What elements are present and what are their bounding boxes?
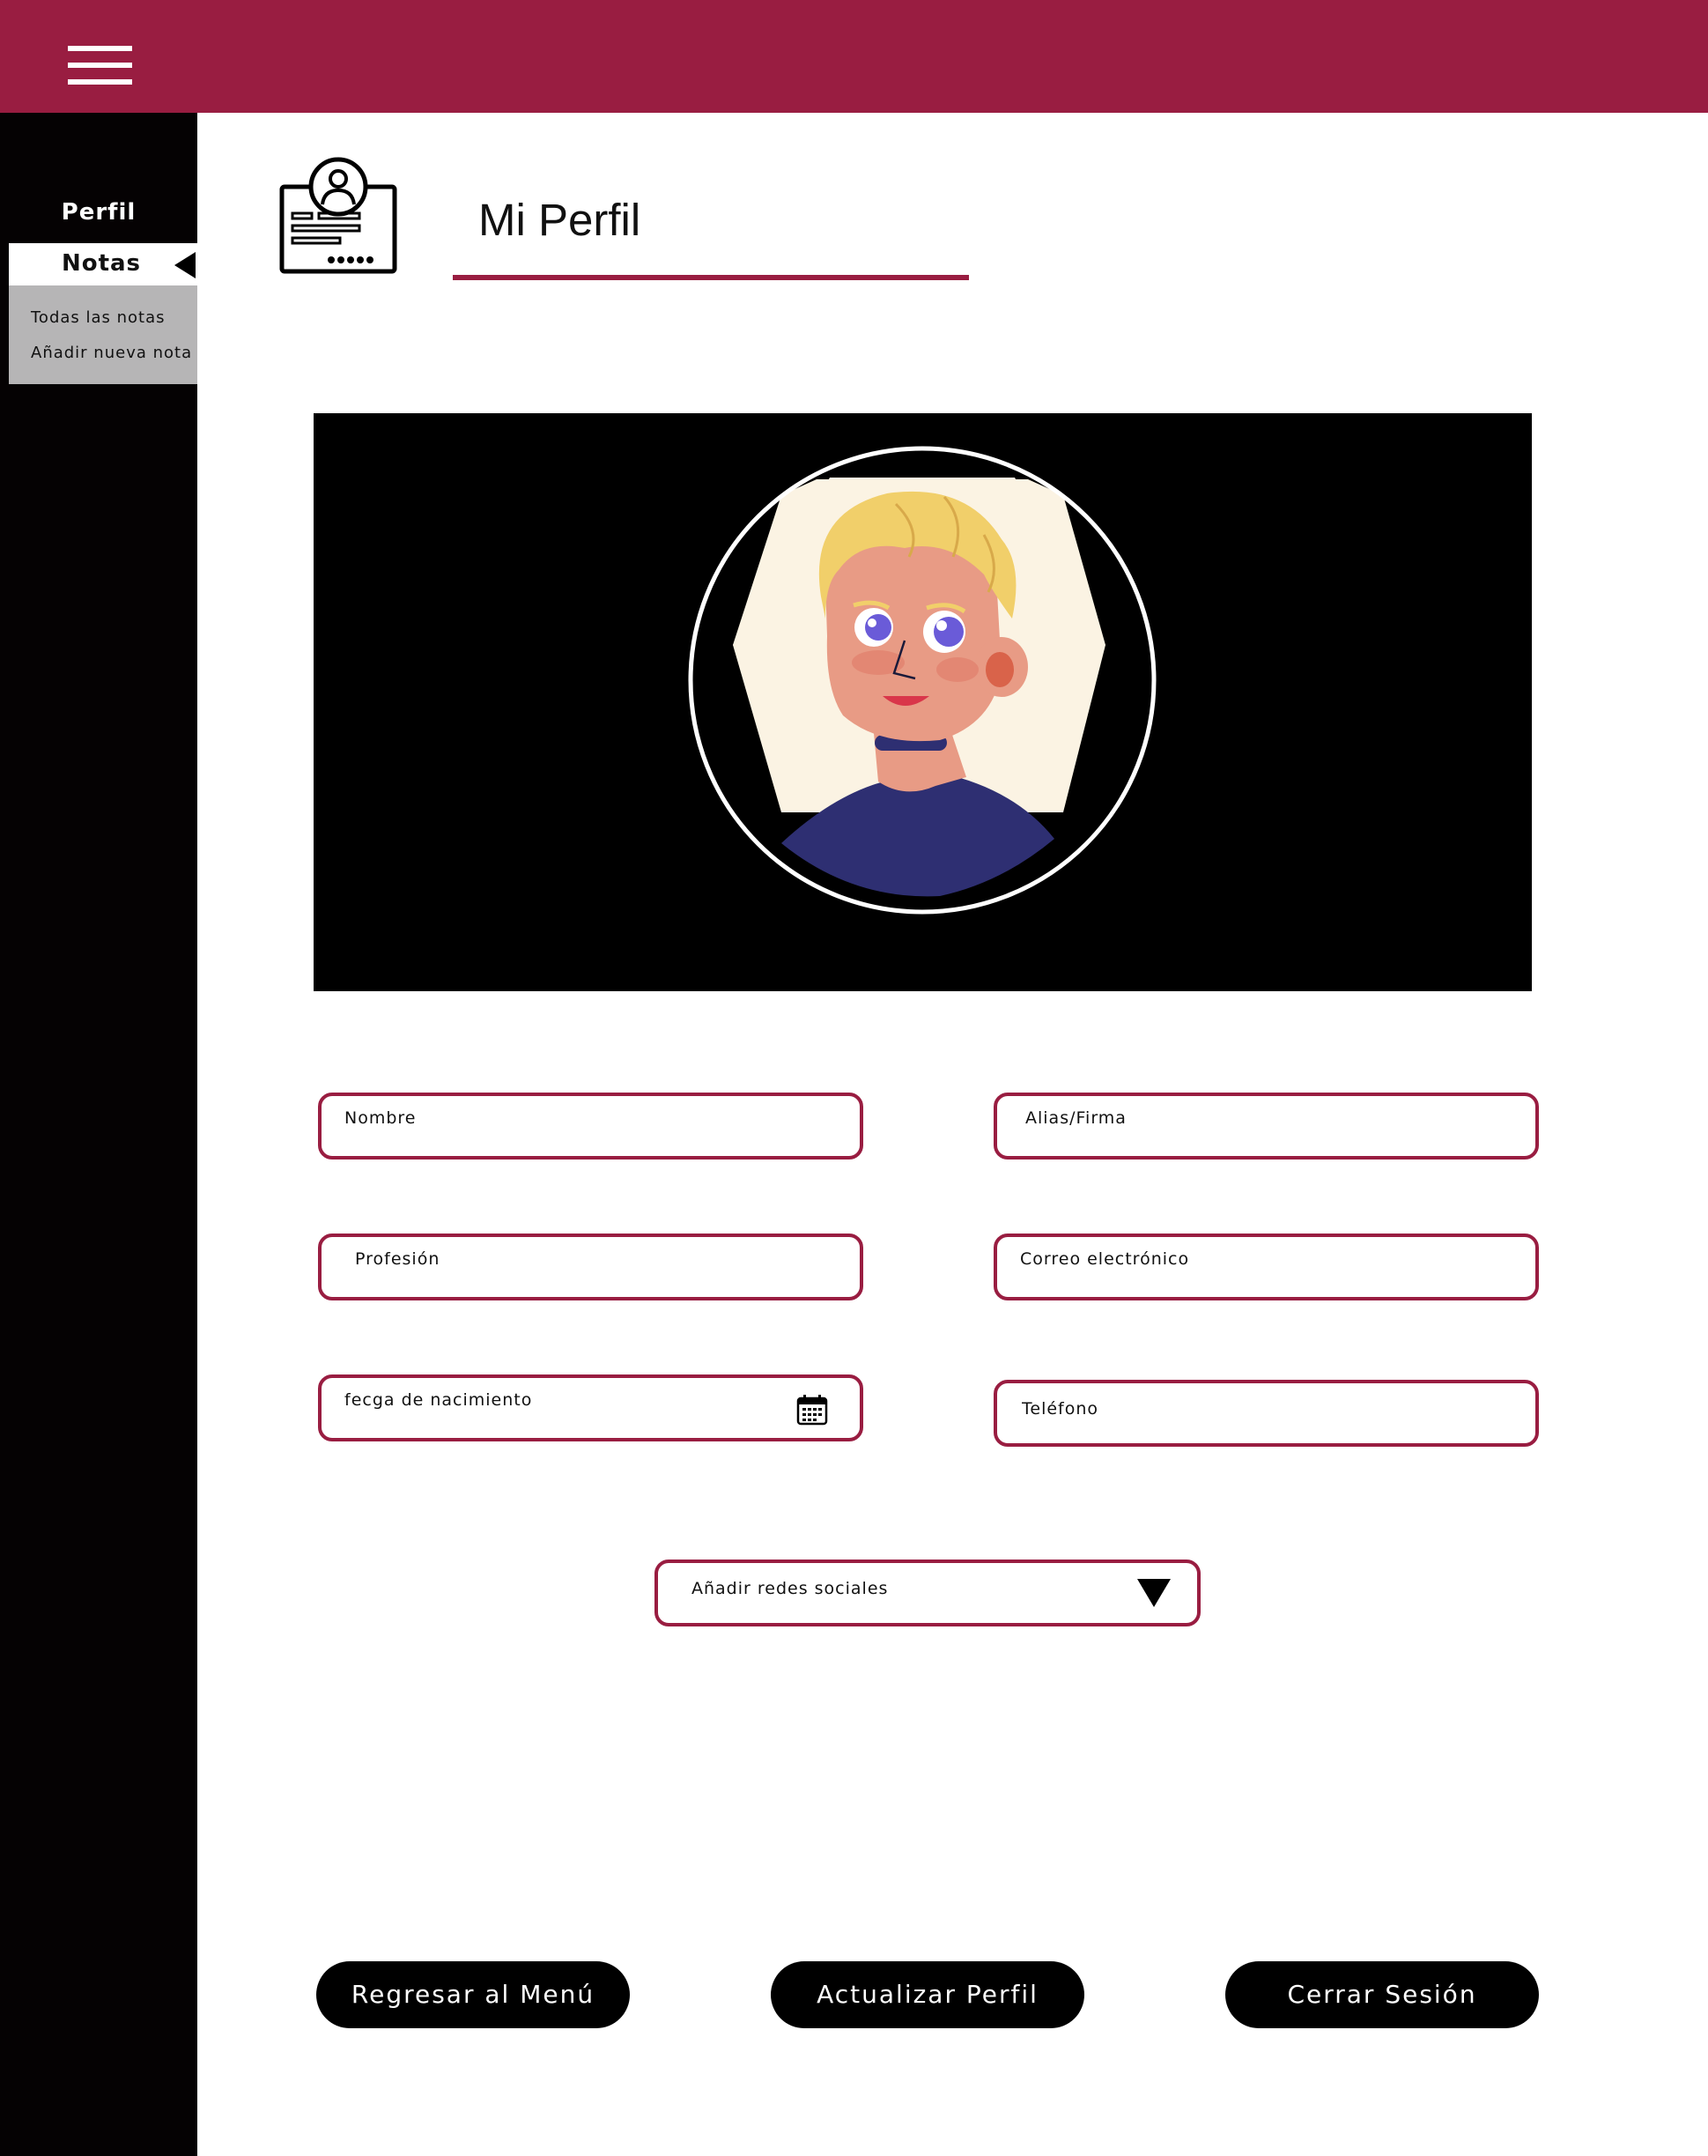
submenu-item-todas-las-notas[interactable]: Todas las notas: [31, 308, 166, 327]
hamburger-line: [68, 63, 132, 68]
sidebar-item-perfil[interactable]: Perfil: [0, 199, 197, 226]
profesion-field: [318, 1234, 863, 1300]
profile-card-icon: [279, 157, 397, 274]
logout-button[interactable]: Cerrar Sesión: [1225, 1961, 1539, 2028]
page-title: Mi Perfil: [478, 195, 641, 245]
submenu-item-anadir-nota[interactable]: Añadir nueva nota: [31, 344, 192, 362]
sidebar-item-label: Notas: [61, 250, 142, 277]
sidebar-item-notas[interactable]: Notas: [9, 243, 197, 285]
active-indicator-arrow-icon: [174, 252, 196, 278]
hamburger-line: [68, 46, 132, 51]
social-networks-label: Añadir redes sociales: [691, 1579, 889, 1598]
calendar-icon[interactable]: [796, 1394, 828, 1426]
fecha-nacimiento-field: [318, 1374, 863, 1441]
update-profile-button[interactable]: Actualizar Perfil: [771, 1961, 1084, 2028]
avatar-panel: [314, 413, 1532, 991]
notas-submenu: Todas las notas Añadir nueva nota: [9, 285, 197, 384]
fecha-nacimiento-input[interactable]: [344, 1390, 767, 1410]
alias-input[interactable]: [1025, 1108, 1448, 1128]
sidebar: Perfil Notas Todas las notas Añadir nuev…: [0, 113, 197, 2156]
nombre-input[interactable]: [344, 1108, 767, 1128]
social-networks-dropdown[interactable]: Añadir redes sociales: [654, 1560, 1201, 1626]
nombre-field: [318, 1093, 863, 1159]
alias-field: [994, 1093, 1539, 1159]
title-underline: [453, 275, 969, 280]
hamburger-menu-icon[interactable]: [68, 46, 132, 85]
telefono-field: [994, 1380, 1539, 1447]
back-to-menu-button[interactable]: Regresar al Menú: [316, 1961, 630, 2028]
user-avatar-illustration[interactable]: [684, 442, 1160, 918]
top-bar: [0, 0, 1708, 113]
dropdown-caret-icon: [1137, 1579, 1171, 1607]
correo-input[interactable]: [1020, 1249, 1443, 1269]
hamburger-line: [68, 79, 132, 85]
correo-field: [994, 1234, 1539, 1300]
telefono-input[interactable]: [1022, 1399, 1445, 1419]
profesion-input[interactable]: [355, 1249, 778, 1269]
